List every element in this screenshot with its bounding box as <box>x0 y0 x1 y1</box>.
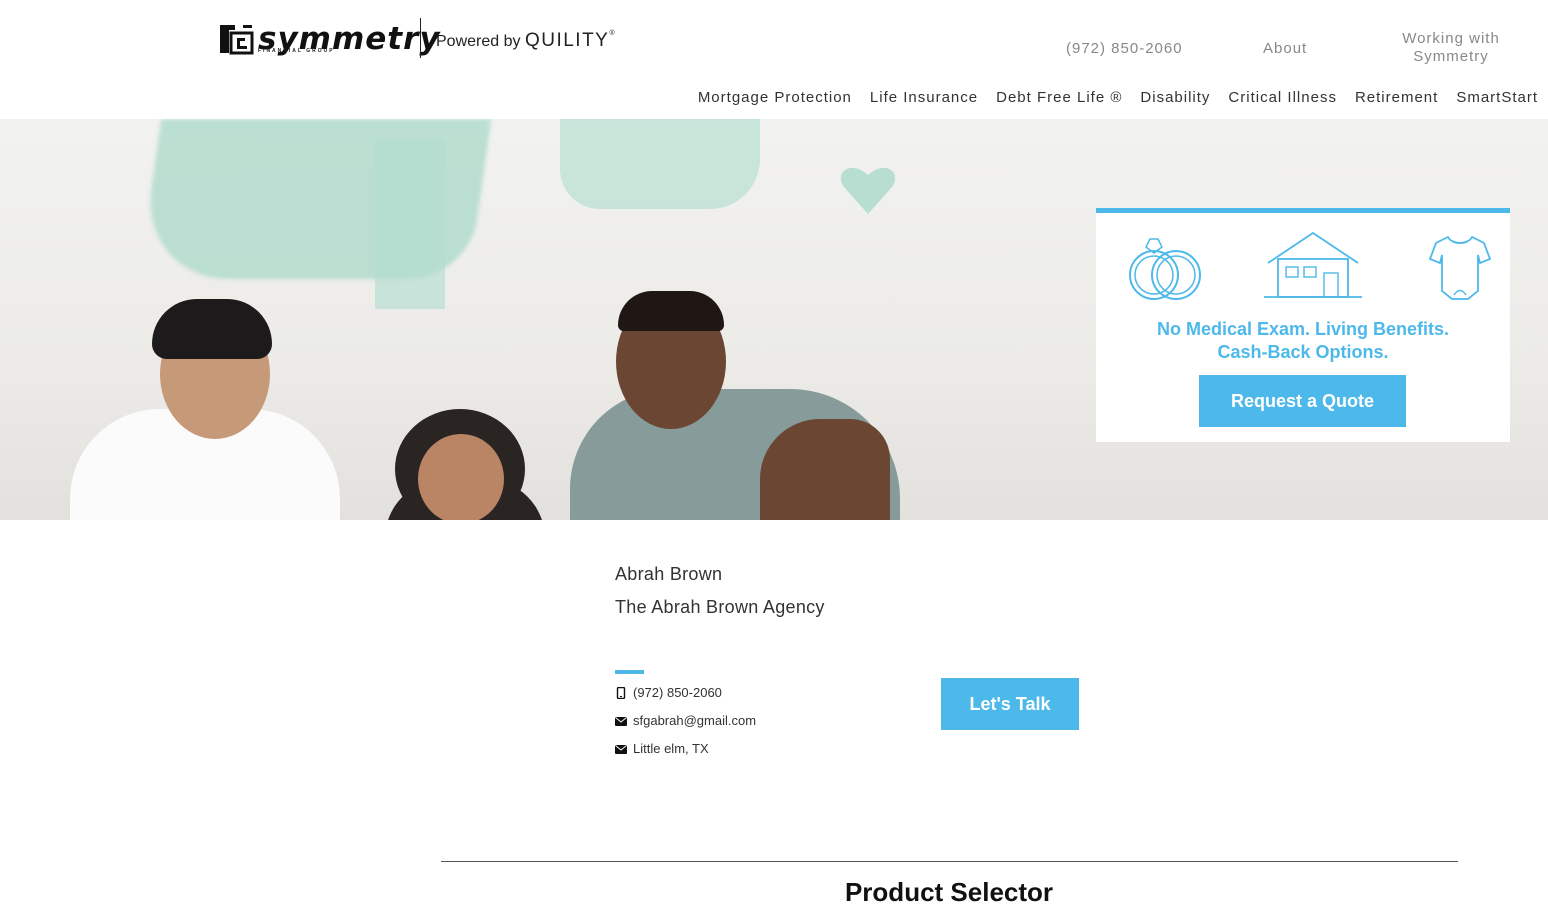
nav-item-debt-free-life[interactable]: Debt Free Life ® <box>996 89 1122 106</box>
agent-email[interactable]: sfgabrah@gmail.com <box>615 713 756 728</box>
powered-prefix: Powered by <box>436 33 521 50</box>
quote-card-headline: No Medical Exam. Living Benefits. Cash-B… <box>1096 318 1510 364</box>
nav-item-critical-illness[interactable]: Critical Illness <box>1228 89 1337 106</box>
about-link[interactable]: About <box>1263 40 1307 58</box>
request-quote-button[interactable]: Request a Quote <box>1199 375 1406 427</box>
quility-brand: QUILITY <box>524 30 610 51</box>
working-with-symmetry-link[interactable]: Working with Symmetry <box>1390 30 1512 66</box>
agent-email-text: sfgabrah@gmail.com <box>633 713 757 728</box>
product-selector-title: Product Selector <box>844 877 1054 907</box>
agent-location-text: Little elm, TX <box>633 741 709 756</box>
logo-divider <box>420 18 421 58</box>
header-phone-link[interactable]: (972) 850-2060 <box>1066 40 1183 58</box>
onesie-icon <box>1428 235 1492 300</box>
agent-phone[interactable]: (972) 850-2060 <box>615 685 722 700</box>
nav-item-mortgage-protection[interactable]: Mortgage Protection <box>698 89 852 106</box>
nav-item-life-insurance[interactable]: Life Insurance <box>870 89 978 106</box>
phone-icon <box>616 686 626 699</box>
trademark-mark: ® <box>609 30 615 37</box>
nav-item-retirement[interactable]: Retirement <box>1355 89 1438 106</box>
envelope-icon <box>615 716 627 726</box>
nav-item-disability[interactable]: Disability <box>1140 89 1210 106</box>
quote-headline-line1: No Medical Exam. Living Benefits. <box>1156 319 1450 339</box>
accent-divider <box>615 670 644 674</box>
agency-name: The Abrah Brown Agency <box>615 597 825 617</box>
powered-by-quility: Powered by QUILITY® <box>436 30 615 52</box>
nav-item-smartstart[interactable]: SmartStart <box>1456 89 1538 106</box>
rings-icon <box>1129 238 1201 300</box>
site-header: symmetry FINANCIAL GROUP Powered by QUIL… <box>0 0 1548 119</box>
section-divider <box>441 861 1458 862</box>
lets-talk-button[interactable]: Let's Talk <box>941 678 1079 730</box>
quote-card: No Medical Exam. Living Benefits. Cash-B… <box>1096 208 1510 442</box>
symmetry-logo[interactable]: symmetry FINANCIAL GROUP Powered by QUIL… <box>218 18 618 60</box>
agent-name: Abrah Brown <box>615 564 723 584</box>
envelope-icon <box>615 744 627 754</box>
main-nav: Mortgage Protection Life Insurance Debt … <box>698 89 1538 106</box>
quote-headline-line2: Cash-Back Options. <box>1217 342 1389 362</box>
house-icon <box>1264 231 1362 298</box>
agent-location: Little elm, TX <box>615 741 709 756</box>
agent-phone-text: (972) 850-2060 <box>633 685 722 700</box>
